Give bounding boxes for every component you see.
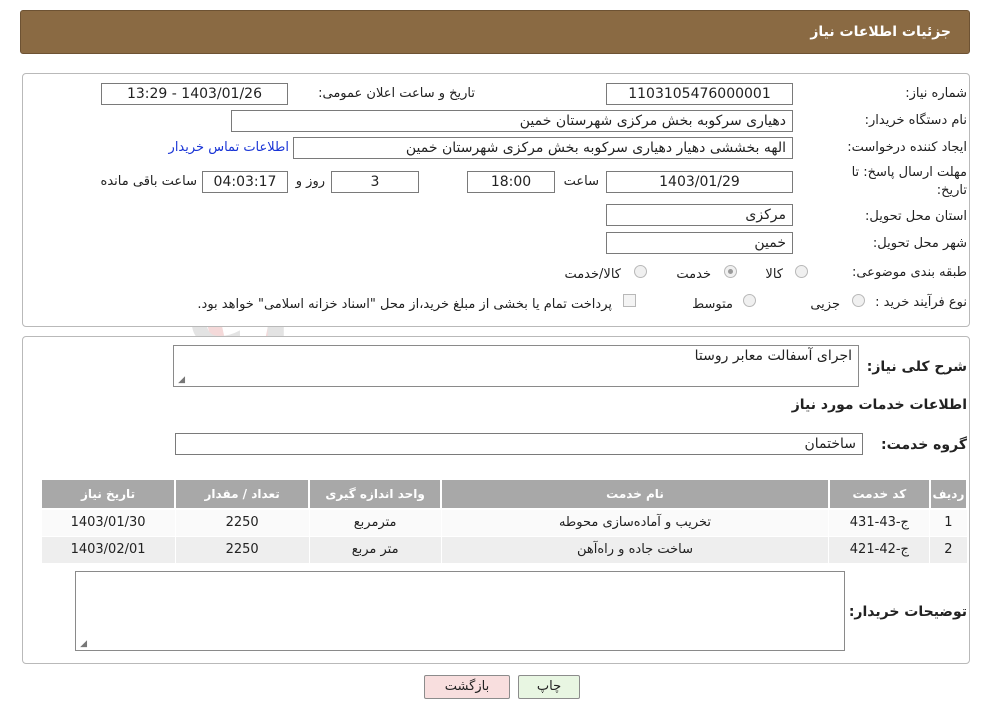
cell-need-date: 1403/01/30 bbox=[40, 508, 176, 537]
table-row: 2 ج-42-421 ساخت جاده و راه‌آهن متر مربع … bbox=[40, 535, 968, 564]
city-field: خمین bbox=[606, 232, 793, 254]
cell-row-number: 2 bbox=[929, 535, 968, 564]
need-number-field: 1103105476000001 bbox=[606, 83, 793, 105]
deadline-date-label: تاریخ: bbox=[936, 183, 967, 198]
col-row-number: ردیف bbox=[928, 478, 969, 510]
city-label: شهر محل تحویل: bbox=[872, 236, 967, 251]
resize-grip-icon[interactable]: ◢ bbox=[176, 376, 185, 385]
days-label: روز و bbox=[295, 174, 325, 189]
buyer-org-label: نام دستگاه خریدار: bbox=[864, 113, 967, 128]
cell-service-name: تخریب و آماده‌سازی محوطه bbox=[440, 508, 830, 537]
summary-text: اجرای آسفالت معابر روستا bbox=[694, 348, 852, 364]
cell-unit: متر مربع bbox=[308, 535, 442, 564]
remaining-time-field: 04:03:17 bbox=[202, 171, 288, 193]
services-table: ردیف کد خدمت نام خدمت واحد اندازه گیری ت… bbox=[39, 478, 969, 564]
treasury-payment-note: پرداخت تمام یا بخشی از مبلغ خرید،از محل … bbox=[197, 297, 612, 312]
announce-datetime-label: تاریخ و ساعت اعلان عمومی: bbox=[318, 86, 475, 101]
cell-service-code: ج-43-431 bbox=[828, 508, 931, 537]
page-title: جزئیات اطلاعات نیاز bbox=[810, 24, 951, 40]
remaining-time-label: ساعت باقی مانده bbox=[100, 174, 197, 189]
buyer-org-field: دهیاری سرکوبه بخش مرکزی شهرستان خمین bbox=[231, 110, 793, 132]
resize-grip-icon[interactable]: ◢ bbox=[78, 640, 87, 649]
col-service-code: کد خدمت bbox=[827, 478, 931, 510]
cell-service-name: ساخت جاده و راه‌آهن bbox=[440, 535, 830, 564]
category-goods-radio[interactable] bbox=[795, 265, 808, 278]
deadline-date-field: 1403/01/29 bbox=[606, 171, 793, 193]
purchase-medium-radio[interactable] bbox=[743, 294, 756, 307]
buyer-notes-label: توضیحات خریدار: bbox=[848, 604, 967, 620]
services-heading: اطلاعات خدمات مورد نیاز bbox=[791, 397, 967, 413]
back-button[interactable]: بازگشت bbox=[424, 675, 510, 699]
buyer-contact-link[interactable]: اطلاعات تماس خریدار bbox=[169, 140, 289, 155]
service-group-field: ساختمان bbox=[175, 433, 863, 455]
cell-row-number: 1 bbox=[929, 508, 968, 537]
province-label: استان محل تحویل: bbox=[865, 209, 967, 224]
category-label: طبقه بندی موضوعی: bbox=[851, 265, 967, 280]
summary-textarea[interactable]: اجرای آسفالت معابر روستا ◢ bbox=[173, 345, 859, 387]
category-service-label: خدمت bbox=[676, 267, 711, 282]
col-quantity: تعداد / مقدار bbox=[174, 478, 311, 510]
page-header: جزئیات اطلاعات نیاز bbox=[20, 10, 970, 54]
treasury-payment-checkbox[interactable] bbox=[623, 294, 636, 307]
need-number-label: شماره نیاز: bbox=[905, 86, 967, 101]
cell-unit: مترمربع bbox=[308, 508, 442, 537]
summary-label: شرح کلی نیاز: bbox=[866, 359, 967, 375]
category-goods-label: کالا bbox=[765, 267, 783, 282]
cell-quantity: 2250 bbox=[174, 508, 310, 537]
buyer-notes-textarea[interactable]: ◢ bbox=[75, 571, 845, 651]
col-unit: واحد اندازه گیری bbox=[308, 478, 443, 510]
days-field: 3 bbox=[331, 171, 419, 193]
deadline-label: مهلت ارسال پاسخ: تا bbox=[851, 165, 967, 180]
table-header-row: ردیف کد خدمت نام خدمت واحد اندازه گیری ت… bbox=[39, 478, 969, 510]
category-goods-service-label: کالا/خدمت bbox=[564, 267, 621, 282]
purchase-type-label: نوع فرآیند خرید : bbox=[875, 295, 967, 310]
creator-field: الهه بخششی دهیار دهیاری سرکوبه بخش مرکزی… bbox=[293, 137, 793, 159]
cell-service-code: ج-42-421 bbox=[828, 535, 931, 564]
purchase-medium-label: متوسط bbox=[692, 297, 733, 312]
province-field: مرکزی bbox=[606, 204, 793, 226]
service-group-label: گروه خدمت: bbox=[881, 437, 967, 453]
purchase-minor-radio[interactable] bbox=[852, 294, 865, 307]
category-service-radio[interactable] bbox=[724, 265, 737, 278]
deadline-time-label: ساعت bbox=[563, 174, 599, 189]
announce-datetime-field: 1403/01/26 - 13:29 bbox=[101, 83, 288, 105]
purchase-minor-label: جزیی bbox=[810, 297, 840, 312]
cell-need-date: 1403/02/01 bbox=[40, 535, 176, 564]
col-service-name: نام خدمت bbox=[440, 478, 830, 510]
creator-label: ایجاد کننده درخواست: bbox=[847, 140, 967, 155]
print-button[interactable]: چاپ bbox=[518, 675, 580, 699]
cell-quantity: 2250 bbox=[174, 535, 310, 564]
category-goods-service-radio[interactable] bbox=[634, 265, 647, 278]
col-need-date: تاریخ نیاز bbox=[39, 478, 177, 510]
deadline-time-field: 18:00 bbox=[467, 171, 555, 193]
table-row: 1 ج-43-431 تخریب و آماده‌سازی محوطه مترم… bbox=[40, 508, 968, 537]
